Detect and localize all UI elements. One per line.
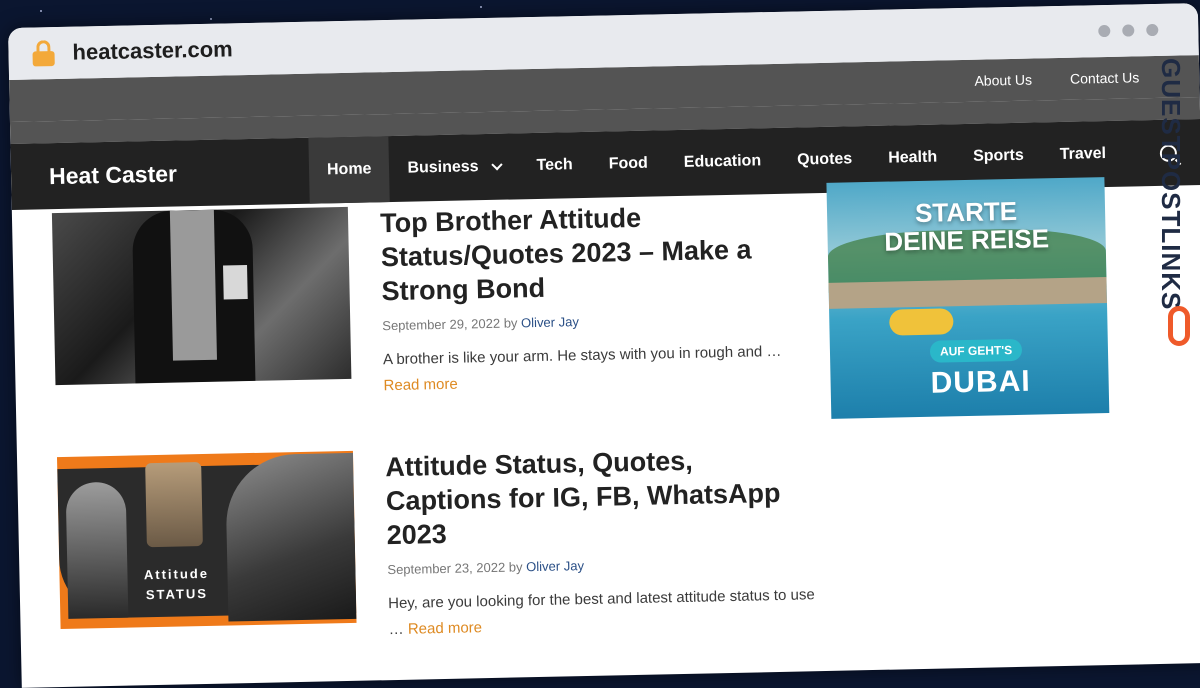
read-more-link[interactable]: Read more (408, 619, 483, 638)
ad-cta-button[interactable]: AUF GEHT'S (929, 338, 1023, 363)
post-title[interactable]: Top Brother Attitude Status/Quotes 2023 … (380, 197, 812, 308)
main-content: Top Brother Attitude Status/Quotes 2023 … (12, 177, 1200, 688)
window-controls (1098, 23, 1159, 38)
post-by-label: by (503, 315, 518, 331)
thumbnail-caption-line: Attitude (143, 565, 210, 583)
post-author-link[interactable]: Oliver Jay (526, 558, 584, 574)
thumbnail-caption-line: STATUS (145, 585, 209, 603)
post-author-link[interactable]: Oliver Jay (521, 314, 579, 330)
thumbnail-caption: Attitude STATUS (121, 563, 232, 605)
topbar-link-contact-us[interactable]: Contact Us (1070, 69, 1140, 86)
nav-item-education[interactable]: Education (665, 128, 780, 196)
window-dot-icon[interactable] (1122, 24, 1135, 37)
post-thumbnail[interactable] (51, 206, 352, 386)
nav-item-food[interactable]: Food (590, 130, 666, 198)
read-more-link[interactable]: Read more (383, 376, 458, 395)
watermark: GUESTPOSTLINKS (1156, 58, 1200, 358)
post-by-label: by (508, 559, 523, 575)
post-date: September 23, 2022 (387, 559, 506, 578)
advertisement-banner[interactable]: STARTE DEINE REISE AUF GEHT'S DUBAI (826, 177, 1110, 419)
post-body: Top Brother Attitude Status/Quotes 2023 … (380, 197, 814, 399)
post-card: Top Brother Attitude Status/Quotes 2023 … (51, 197, 816, 413)
post-date: September 29, 2022 (382, 315, 501, 334)
post-excerpt-text: A brother is like your arm. He stays wit… (382, 342, 782, 369)
post-excerpt: A brother is like your arm. He stays wit… (383, 338, 814, 399)
post-meta: September 29, 2022 by Oliver Jay (382, 309, 812, 333)
nav-item-home[interactable]: Home (308, 136, 391, 204)
ad-headline-line: DEINE REISE (883, 223, 1050, 257)
link-icon (1168, 306, 1190, 346)
post-title[interactable]: Attitude Status, Quotes, Captions for IG… (385, 441, 817, 552)
ad-headline: STARTE DEINE REISE (827, 195, 1106, 257)
topbar-link-about-us[interactable]: About Us (974, 72, 1032, 89)
window-dot-icon[interactable] (1146, 23, 1159, 37)
post-body: Attitude Status, Quotes, Captions for IG… (385, 441, 819, 643)
watermark-text: GUESTPOSTLINKS (1156, 58, 1186, 311)
browser-window: heatcaster.com About Us Contact Us Heat … (8, 3, 1200, 688)
post-thumbnail[interactable]: Attitude STATUS (56, 450, 357, 630)
ad-city-logo: DUBAI (930, 364, 1031, 400)
post-meta: September 23, 2022 by Oliver Jay (387, 553, 817, 577)
site-title[interactable]: Heat Caster (11, 157, 310, 190)
post-card: Attitude STATUS Attitude Status, Quotes,… (56, 441, 821, 657)
nav-item-tech[interactable]: Tech (518, 132, 592, 199)
window-dot-icon[interactable] (1098, 24, 1111, 38)
nav-item-label: Business (407, 158, 479, 177)
url-text[interactable]: heatcaster.com (72, 36, 233, 65)
chevron-down-icon (490, 159, 503, 171)
nav-item-business[interactable]: Business (389, 133, 519, 202)
lock-icon (32, 40, 55, 67)
post-excerpt: Hey, are you looking for the best and la… (388, 582, 819, 643)
